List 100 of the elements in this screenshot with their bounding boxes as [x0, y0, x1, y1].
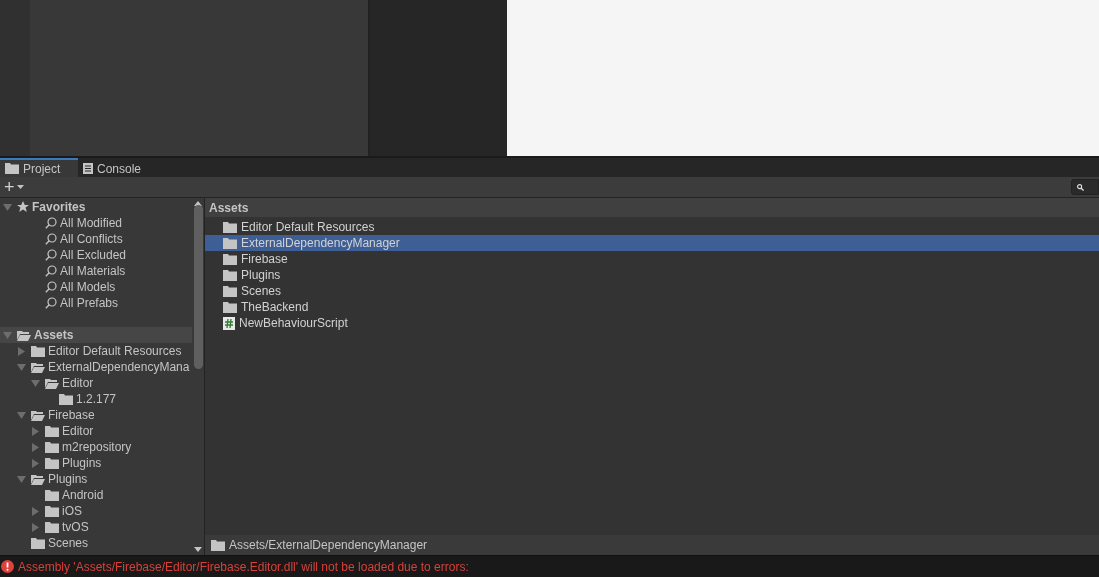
tree-item-label: All Conflicts	[60, 231, 123, 248]
folder-icon	[223, 301, 237, 313]
caret-icon	[16, 185, 24, 189]
panel-tab[interactable]: Project	[0, 158, 78, 177]
asset-item[interactable]: TheBackend	[205, 299, 1099, 315]
collapsed-arrow-icon[interactable]	[31, 442, 40, 452]
expanded-arrow-icon[interactable]	[31, 378, 40, 388]
open-folder-icon	[31, 473, 45, 485]
tree-folder-item[interactable]: Plugins	[0, 471, 192, 487]
tree-section-header[interactable]: Assets	[0, 327, 192, 343]
folder-icon	[45, 489, 59, 501]
expanded-arrow-icon[interactable]	[17, 410, 26, 420]
favorite-search-item[interactable]: All Materials	[0, 263, 192, 279]
tree-item-label: ExternalDependencyMana	[48, 359, 190, 376]
tree-item-label: All Models	[60, 279, 116, 296]
tree-folder-item[interactable]: Android	[0, 487, 192, 503]
asset-label: TheBackend	[241, 299, 309, 316]
panel-tab[interactable]: Console	[78, 158, 147, 177]
search-icon	[45, 233, 57, 245]
breadcrumb-label[interactable]: Assets	[209, 198, 249, 217]
favorite-search-item[interactable]: All Modified	[0, 215, 192, 231]
tree-section-header[interactable]: Favorites	[0, 199, 192, 215]
tree-item-label: Editor Default Resources	[48, 343, 182, 360]
asset-label: Plugins	[241, 267, 281, 284]
folder-icon	[59, 393, 73, 405]
tree-item-label: Editor	[62, 423, 94, 440]
collapsed-arrow-icon[interactable]	[31, 458, 40, 468]
tree-item-label: All Materials	[60, 263, 126, 280]
search-icon	[45, 297, 57, 309]
search-icon	[45, 249, 57, 261]
favorite-search-item[interactable]: All Models	[0, 279, 192, 295]
tree-item-label: 1.2.177	[76, 391, 117, 408]
tree-folder-item[interactable]: Editor	[0, 375, 192, 391]
open-folder-icon	[31, 361, 45, 373]
tree-folder-item[interactable]: iOS	[0, 503, 192, 519]
tree-item-label: tvOS	[62, 519, 89, 536]
tree-item-label: Android	[62, 487, 104, 504]
favorite-search-item[interactable]: All Excluded	[0, 247, 192, 263]
tree-item-label: m2repository	[62, 439, 132, 456]
tree-item-label: All Modified	[60, 215, 123, 232]
path-label: Assets/ExternalDependencyManager	[229, 537, 428, 554]
folder-icon	[45, 441, 59, 453]
asset-item[interactable]: NewBehaviourScript	[205, 315, 1099, 331]
collapsed-arrow-icon[interactable]	[31, 506, 40, 516]
search-icon	[45, 265, 57, 277]
open-folder-icon	[17, 329, 31, 341]
asset-label: Editor Default Resources	[241, 219, 375, 236]
folder-icon	[45, 425, 59, 437]
expanded-arrow-icon[interactable]	[3, 330, 12, 340]
tree-item-label: Scenes	[48, 535, 89, 552]
tree-item-label: Editor	[62, 375, 94, 392]
asset-item[interactable]: Scenes	[205, 283, 1099, 299]
collapsed-arrow-icon[interactable]	[31, 522, 40, 532]
tree-folder-item[interactable]: tvOS	[0, 519, 192, 535]
tree-item-label: Plugins	[48, 471, 88, 488]
tree-item-label: Plugins	[62, 455, 102, 472]
asset-item[interactable]: ExternalDependencyManager	[205, 235, 1099, 251]
scrollbar-thumb[interactable]	[193, 205, 203, 369]
folder-icon	[223, 269, 237, 281]
expanded-arrow-icon[interactable]	[17, 474, 26, 484]
asset-label: NewBehaviourScript	[239, 315, 348, 332]
tree-folder-item[interactable]: Firebase	[0, 407, 192, 423]
tree-folder-item[interactable]: m2repository	[0, 439, 192, 455]
favorite-search-item[interactable]: All Conflicts	[0, 231, 192, 247]
asset-item[interactable]: Editor Default Resources	[205, 219, 1099, 235]
tree-folder-item[interactable]: Plugins	[0, 455, 192, 471]
folder-icon	[223, 237, 237, 249]
folder-icon	[5, 163, 19, 174]
tree-item-label: Firebase	[48, 407, 95, 424]
folder-icon	[223, 285, 237, 297]
open-folder-icon	[45, 377, 59, 389]
tree-folder-item[interactable]: ExternalDependencyMana	[0, 359, 192, 375]
search-icon	[45, 281, 57, 293]
scrollbar[interactable]	[192, 198, 205, 555]
script-icon	[223, 316, 235, 330]
create-button[interactable]: +	[0, 178, 24, 196]
folder-icon	[223, 221, 237, 233]
tree-item-label: iOS	[62, 503, 82, 520]
folder-icon	[223, 253, 237, 265]
tree-folder-item[interactable]: Editor	[0, 423, 192, 439]
asset-item[interactable]: Plugins	[205, 267, 1099, 283]
tree-item-label: Assets	[34, 327, 74, 344]
status-message: Assembly 'Assets/Firebase/Editor/Firebase.Editor.dll' will not be loaded due to errors:	[18, 558, 469, 576]
collapsed-arrow-icon[interactable]	[17, 346, 26, 356]
console-icon	[83, 163, 93, 174]
tree-folder-item[interactable]: Scenes	[0, 535, 192, 551]
tree-folder-item[interactable]: 1.2.177	[0, 391, 192, 407]
tree-folder-item[interactable]: Editor Default Resources	[0, 343, 192, 359]
expanded-arrow-icon[interactable]	[17, 362, 26, 372]
asset-item[interactable]: Firebase	[205, 251, 1099, 267]
favorite-search-item[interactable]: All Prefabs	[0, 295, 192, 311]
search-icon	[1077, 183, 1084, 191]
open-folder-icon	[31, 409, 45, 421]
search-field[interactable]	[1071, 179, 1099, 195]
folder-icon	[211, 539, 225, 551]
expanded-arrow-icon[interactable]	[3, 202, 12, 212]
collapsed-arrow-icon[interactable]	[31, 426, 40, 436]
asset-label: ExternalDependencyManager	[241, 235, 400, 252]
folder-icon	[45, 457, 59, 469]
scroll-down-icon[interactable]	[194, 547, 202, 552]
